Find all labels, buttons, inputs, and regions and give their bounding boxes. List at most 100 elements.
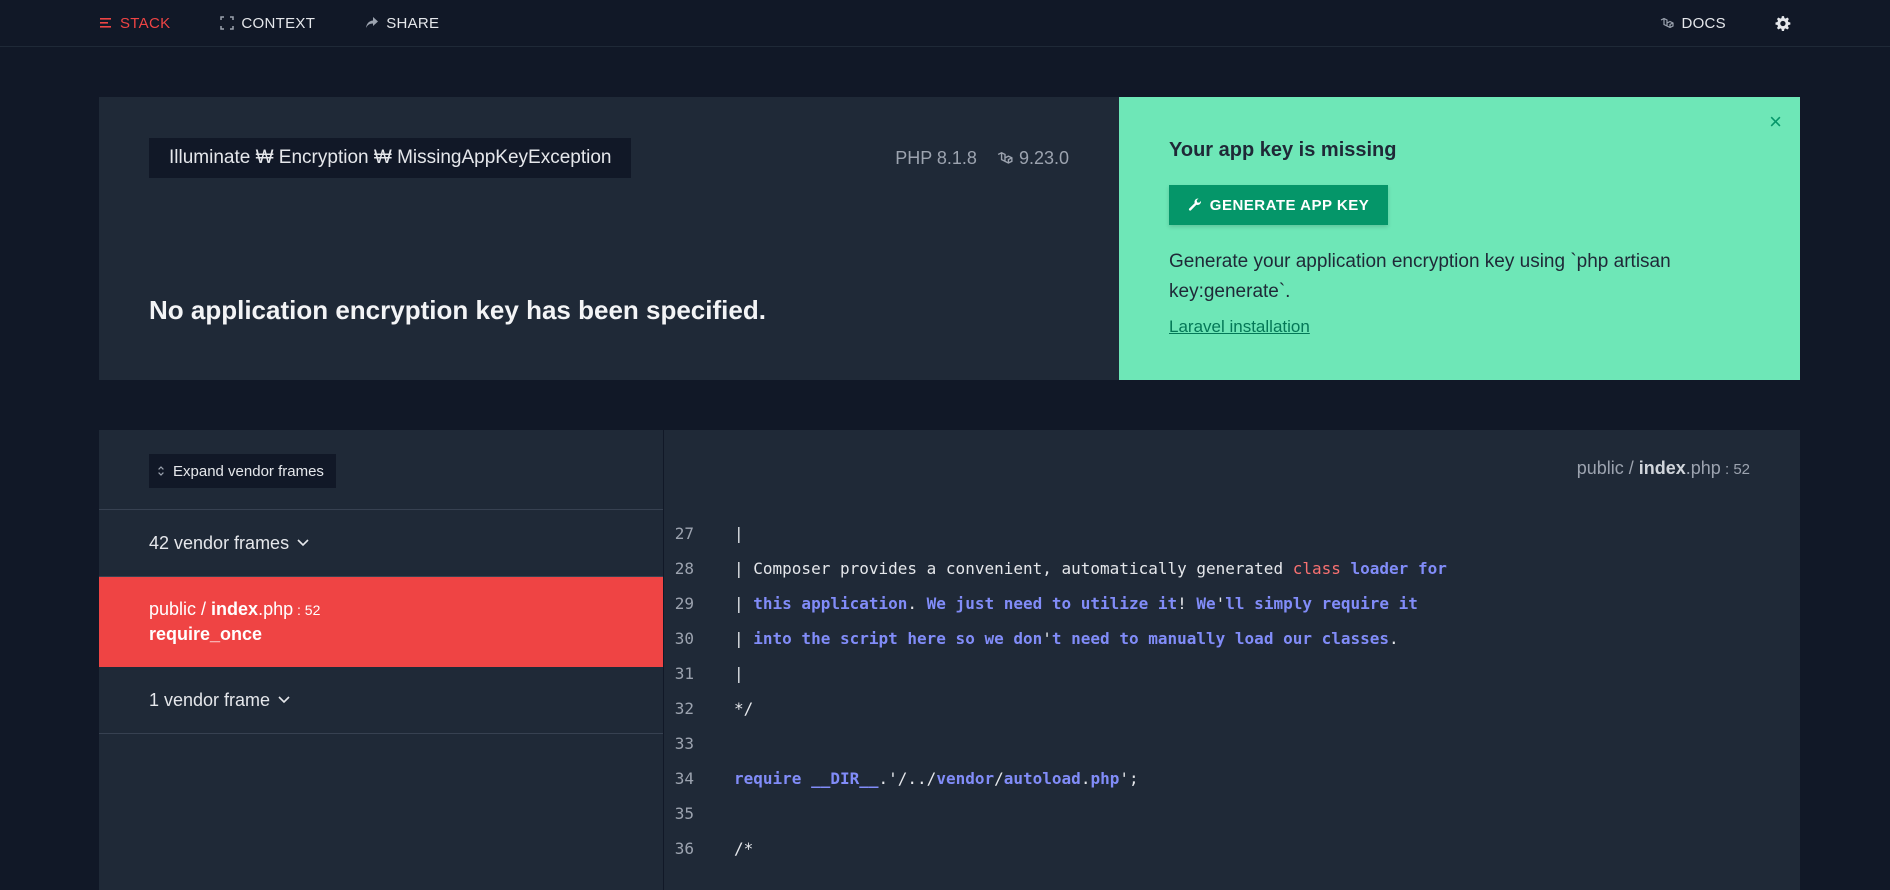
nav-right: DOCS <box>1660 0 1791 47</box>
laravel-icon <box>1661 17 1675 28</box>
context-icon <box>220 16 235 30</box>
error-summary: Illuminate ₩ Encryption ₩ MissingAppKeyE… <box>99 97 1119 380</box>
vendor-frame-group[interactable]: 1 vendor frame <box>99 667 663 734</box>
code-token: | <box>734 524 744 543</box>
code-token: ' <box>1215 594 1226 613</box>
code-token: We <box>1196 594 1216 613</box>
code-line: 36 /* <box>664 831 1447 866</box>
exception-class: Illuminate ₩ Encryption ₩ MissingAppKeyE… <box>149 138 632 178</box>
code-token: '; <box>1119 769 1139 788</box>
code-token: t need to manually load our classes <box>1051 629 1390 648</box>
line-number: 29 <box>674 594 694 613</box>
code-token: | <box>734 664 744 683</box>
code-line: 31 | <box>664 656 1447 691</box>
frame-path-prefix: public / <box>149 599 212 619</box>
line-number: 34 <box>674 769 694 788</box>
code-token: this application <box>753 594 908 613</box>
code-token: . <box>907 594 927 613</box>
code-token: ! <box>1177 594 1197 613</box>
code-token: .'/../ <box>878 769 937 788</box>
frame-file: index <box>211 599 259 619</box>
nav-docs-label: DOCS <box>1681 15 1726 32</box>
error-card: Illuminate ₩ Encryption ₩ MissingAppKeyE… <box>99 97 1800 380</box>
solution-description: Generate your application encryption key… <box>1169 251 1671 302</box>
code-token: __DIR__ <box>811 769 879 788</box>
line-number: 31 <box>674 664 694 683</box>
code-token: ll simply require it <box>1225 594 1418 613</box>
code-token: php <box>1090 769 1120 788</box>
code-line: 30 | into the script here so we don ' t nee… <box>664 621 1447 656</box>
frame-ext: .php <box>258 599 294 619</box>
vendor-frames-label: 42 vendor frames <box>149 532 290 553</box>
nav-context-label: CONTEXT <box>241 14 316 32</box>
expand-vendor-frames-button[interactable]: Expand vendor frames <box>149 454 336 488</box>
stack-icon <box>100 18 111 28</box>
code-token: /* <box>734 839 754 858</box>
code-token: | Composer provides a convenient, automa… <box>734 559 1293 578</box>
chevron-down-icon <box>278 696 290 704</box>
code-token: autoload <box>1003 769 1081 788</box>
code-viewer: public / index.php : 52 27 | 28 | Composer … <box>664 430 1800 890</box>
line-number: 33 <box>674 734 694 753</box>
nav-share-tab[interactable]: SHARE <box>365 15 439 32</box>
nav-stack-tab[interactable]: STACK <box>99 15 170 32</box>
code-line: 33 <box>664 726 1447 761</box>
vendor-frames-group[interactable]: 42 vendor frames <box>99 510 663 577</box>
code-token: | <box>734 594 754 613</box>
code-line: 32 */ <box>664 691 1447 726</box>
line-number: 35 <box>674 804 694 823</box>
code-token: class <box>1292 559 1341 578</box>
expand-vendor-frames-label: Expand vendor frames <box>173 462 324 480</box>
nav-stack-label: STACK <box>120 14 171 32</box>
laravel-version: 9.23.0 <box>1018 148 1069 168</box>
frames-panel: Expand vendor frames 42 vendor frames pu… <box>99 430 664 890</box>
code-token: | <box>734 629 754 648</box>
vendor-frame-label: 1 vendor frame <box>149 689 271 710</box>
code-line: 27 | <box>664 516 1447 551</box>
code-token: . <box>1080 769 1091 788</box>
code-token: vendor <box>936 769 995 788</box>
line-number: 36 <box>674 839 694 858</box>
code-token: . <box>1389 629 1399 648</box>
line-number: 28 <box>674 559 694 578</box>
frames-header: Expand vendor frames <box>99 430 663 510</box>
wrench-icon <box>1188 198 1201 211</box>
code-file-path[interactable]: public / index.php : 52 <box>1577 458 1750 479</box>
code-file-ext: .php <box>1685 458 1721 478</box>
active-frame-path: public / index.php : 52 <box>149 599 663 620</box>
solution-panel: × Your app key is missing GENERATE APP K… <box>1119 97 1800 380</box>
php-version: PHP 8.1.8 <box>895 148 977 168</box>
laravel-installation-link[interactable]: Laravel installation <box>1169 317 1310 337</box>
code-token: ' <box>1042 629 1052 648</box>
laravel-version-wrap: 9.23.0 <box>997 148 1069 169</box>
code-lines: 27 | 28 | Composer provides a convenient, a… <box>664 516 1447 866</box>
code-line: 34 require __DIR__ .'/../vendor / autoload. p… <box>664 761 1447 796</box>
frame-function: require_once <box>149 624 263 644</box>
error-message: No application encryption key has been s… <box>149 295 766 325</box>
generate-app-key-label: GENERATE APP KEY <box>1209 196 1370 214</box>
chevron-down-icon <box>297 539 309 547</box>
code-token: */ <box>734 699 754 718</box>
close-icon[interactable]: × <box>1769 109 1782 135</box>
share-icon <box>366 17 379 28</box>
version-info: PHP 8.1.8 9.23.0 <box>895 148 1069 169</box>
code-token: require <box>734 769 802 788</box>
code-token: We just need to utilize it <box>926 594 1178 613</box>
active-frame[interactable]: public / index.php : 52 require_once <box>99 577 663 667</box>
nav-share-label: SHARE <box>386 14 440 32</box>
expand-icon <box>158 466 164 476</box>
code-file-prefix: public / <box>1576 458 1639 478</box>
gear-icon <box>1775 16 1791 31</box>
settings-button[interactable] <box>1774 15 1791 32</box>
code-file-line: : 52 <box>1720 461 1750 478</box>
nav-docs-link[interactable]: DOCS <box>1660 15 1726 32</box>
line-number: 32 <box>674 699 694 718</box>
code-token: into the script here so we don <box>753 629 1043 648</box>
code-line: 28 | Composer provides a convenient, auto… <box>664 551 1447 586</box>
solution-title: Your app key is missing <box>1169 139 1397 161</box>
nav-context-tab[interactable]: CONTEXT <box>220 15 315 32</box>
laravel-icon <box>997 151 1013 164</box>
generate-app-key-button[interactable]: GENERATE APP KEY <box>1169 185 1388 225</box>
top-nav: STACK CONTEXT SHARE DOCS <box>0 0 1890 47</box>
